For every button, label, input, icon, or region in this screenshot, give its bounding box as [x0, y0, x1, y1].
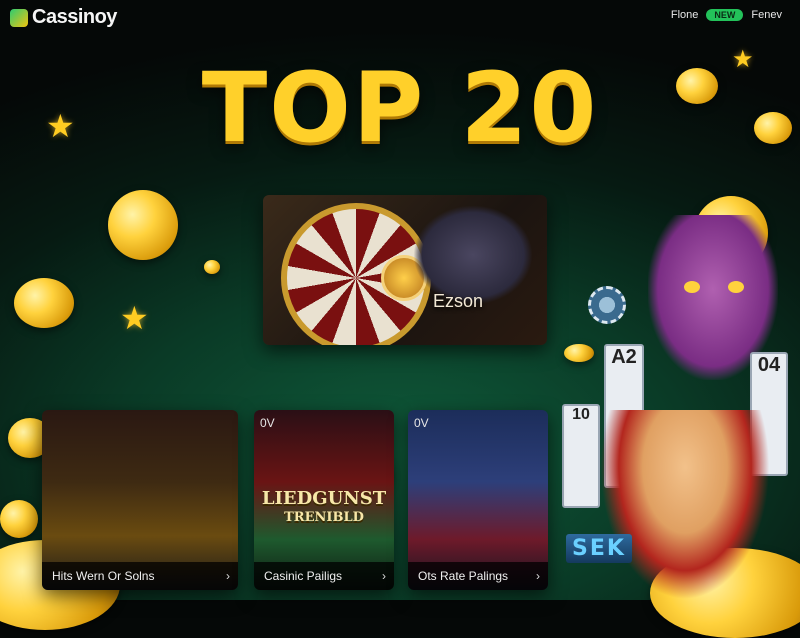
- nav-link-left[interactable]: Flone: [671, 9, 699, 21]
- game-card[interactable]: 0V Ots Rate Palings ›: [408, 410, 548, 590]
- chevron-right-icon[interactable]: ›: [536, 569, 540, 583]
- coin-icon: [108, 190, 178, 260]
- game-card-footer[interactable]: Ots Rate Palings ›: [408, 562, 548, 590]
- game-card-label: Hits Wern Or Solns: [52, 569, 155, 583]
- top-bar: Cassinoy Flone NEW Fenev: [0, 0, 800, 40]
- poker-chip-icon: [588, 286, 626, 324]
- coin-icon: [676, 68, 718, 104]
- character-image: [600, 410, 770, 600]
- game-card[interactable]: 0V LIEDGUNST TRENIBLD Casinic Pailigs ›: [254, 410, 394, 590]
- star-icon: ★: [120, 300, 149, 336]
- game-card-title: LIEDGUNST: [261, 488, 387, 509]
- game-card-label: Casinic Pailigs: [264, 569, 343, 583]
- playing-card: 10: [562, 404, 600, 508]
- logo-text: Cassinoy: [32, 6, 117, 28]
- featured-game-label: Ezson: [433, 291, 484, 311]
- letter-blocks: SEK: [566, 534, 632, 563]
- game-card-tag: 0V: [414, 416, 429, 430]
- chevron-right-icon[interactable]: ›: [226, 569, 230, 583]
- game-card-tag: 0V: [260, 416, 275, 430]
- chevron-right-icon[interactable]: ›: [382, 569, 386, 583]
- hero-title: TOP 20: [201, 52, 599, 164]
- coin-icon: [204, 260, 220, 274]
- star-icon: ★: [732, 46, 754, 73]
- game-card[interactable]: Hits Wern Or Solns ›: [42, 410, 238, 590]
- coin-icon: [0, 500, 38, 538]
- game-card-subtitle: TRENIBLD: [284, 510, 364, 525]
- nav-link-right[interactable]: Fenev: [751, 9, 782, 21]
- star-icon: ★: [46, 108, 75, 144]
- coin-icon: [754, 112, 792, 144]
- new-badge[interactable]: NEW: [706, 9, 744, 21]
- coin-icon: [564, 344, 594, 362]
- game-card-footer[interactable]: Casinic Pailigs ›: [254, 562, 394, 590]
- game-card-label: Ots Rate Palings: [418, 569, 509, 583]
- game-card-footer[interactable]: Hits Wern Or Solns ›: [42, 562, 238, 590]
- featured-game-card[interactable]: Ezson: [263, 195, 547, 345]
- logo-icon: [10, 8, 28, 27]
- mascot-eye: [684, 281, 700, 293]
- brand-logo[interactable]: Cassinoy: [10, 6, 117, 29]
- coin-icon: [14, 278, 74, 328]
- bat-creature-image: [413, 205, 533, 305]
- top-nav: Flone NEW Fenev: [671, 9, 782, 21]
- mascot-eye: [728, 281, 744, 293]
